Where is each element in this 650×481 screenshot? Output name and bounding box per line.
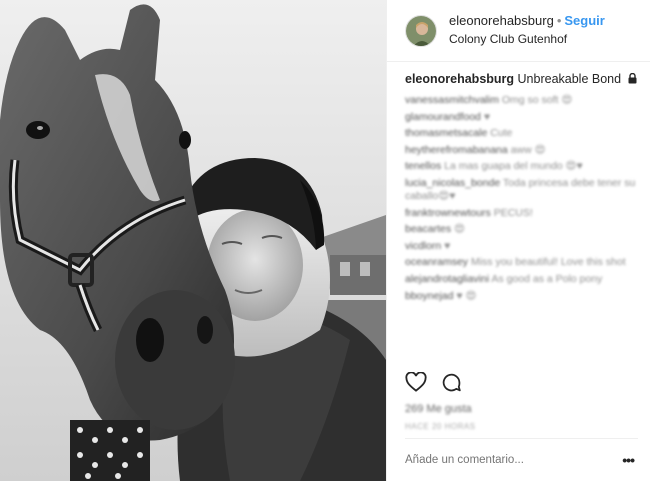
add-comment-bar: ••• <box>405 438 638 481</box>
post-side-panel: eleonorehabsburg • Seguir Colony Club Gute… <box>386 0 650 481</box>
comment: vanessasmitchvalim Omg so soft 😍 <box>405 94 636 107</box>
comment-text: ♥ <box>444 239 451 252</box>
comment-username[interactable]: alejandrotagliavini <box>405 273 489 285</box>
comment-username[interactable]: glamourandfood <box>405 111 481 123</box>
comments-list: eleonorehabsburg Unbreakable Bond vaness… <box>387 62 650 362</box>
comment: heytherefromabanana aww 😍 <box>405 144 636 157</box>
comment: thomasmetsacale Cute <box>405 127 636 140</box>
comment: lucia_nicolas_bonde Toda princesa debe t… <box>405 177 640 203</box>
comment: glamourandfood ♥ <box>405 111 636 124</box>
post-photo[interactable] <box>0 0 386 481</box>
comment: alejandrotagliavini As good as a Polo po… <box>405 273 636 286</box>
post-actions <box>405 372 462 393</box>
post-timestamp: HACE 20 HORAS <box>405 422 476 431</box>
comment: bboynejad ♥ 😍 <box>405 290 636 303</box>
comment-text: Miss you beautiful! Love this shot <box>470 256 626 269</box>
comment: tenellos La mas guapa del mundo 😍♥ <box>405 160 636 173</box>
comment-text: ♥ 😍 <box>456 289 477 302</box>
comment-text: Omg so soft 😍 <box>501 94 573 106</box>
comment-username[interactable]: beacartes <box>405 223 451 235</box>
header-username[interactable]: eleonorehabsburg <box>449 13 554 28</box>
heart-icon[interactable] <box>405 372 427 393</box>
comment: franktrownewtours PECUS! <box>405 207 636 220</box>
comment-icon[interactable] <box>441 372 462 393</box>
avatar[interactable] <box>405 14 437 47</box>
header-separator: • <box>556 13 562 29</box>
comment-username[interactable]: vanessasmitchvalim <box>405 94 499 106</box>
caption-username[interactable]: eleonorehabsburg <box>405 72 514 86</box>
comment-username[interactable]: lucia_nicolas_bonde <box>405 177 500 189</box>
comment-text: aww 😍 <box>510 143 546 156</box>
follow-button[interactable]: Seguir <box>564 13 604 28</box>
comment-text: La mas guapa del mundo 😍♥ <box>444 160 583 173</box>
comment-username[interactable]: tenellos <box>405 160 441 172</box>
add-comment-input[interactable] <box>405 454 585 466</box>
comment: beacartes 😍 <box>405 223 636 236</box>
comment-username[interactable]: vicdlorn <box>405 240 441 252</box>
caption-text: Unbreakable Bond <box>517 72 622 86</box>
comment-username[interactable]: franktrownewtours <box>405 207 491 219</box>
comment-text: ♥ <box>483 110 491 123</box>
comment: vicdlorn ♥ <box>405 240 636 253</box>
photo-image <box>0 0 386 481</box>
comment-text: Cute <box>490 127 513 140</box>
comment-username[interactable]: thomasmetsacale <box>405 127 487 139</box>
comment-username[interactable]: heytherefromabanana <box>405 144 508 156</box>
location-link[interactable]: Colony Club Gutenhof <box>449 32 605 48</box>
lock-icon <box>628 72 637 87</box>
likes-count[interactable]: 269 Me gusta <box>405 403 472 415</box>
post-header: eleonorehabsburg • Seguir Colony Club Gute… <box>387 0 650 62</box>
comment-username[interactable]: bboynejad <box>405 290 453 302</box>
more-options-button[interactable]: ••• <box>622 452 638 468</box>
caption: eleonorehabsburg Unbreakable Bond <box>405 72 637 87</box>
comment-username[interactable]: oceanramsey <box>405 256 468 268</box>
comment-text: 😍 <box>454 223 465 236</box>
comment-text: PECUS! <box>493 206 533 219</box>
comment: oceanramsey Miss you beautiful! Love thi… <box>405 256 640 269</box>
comment-text: As good as a Polo pony <box>491 272 603 285</box>
